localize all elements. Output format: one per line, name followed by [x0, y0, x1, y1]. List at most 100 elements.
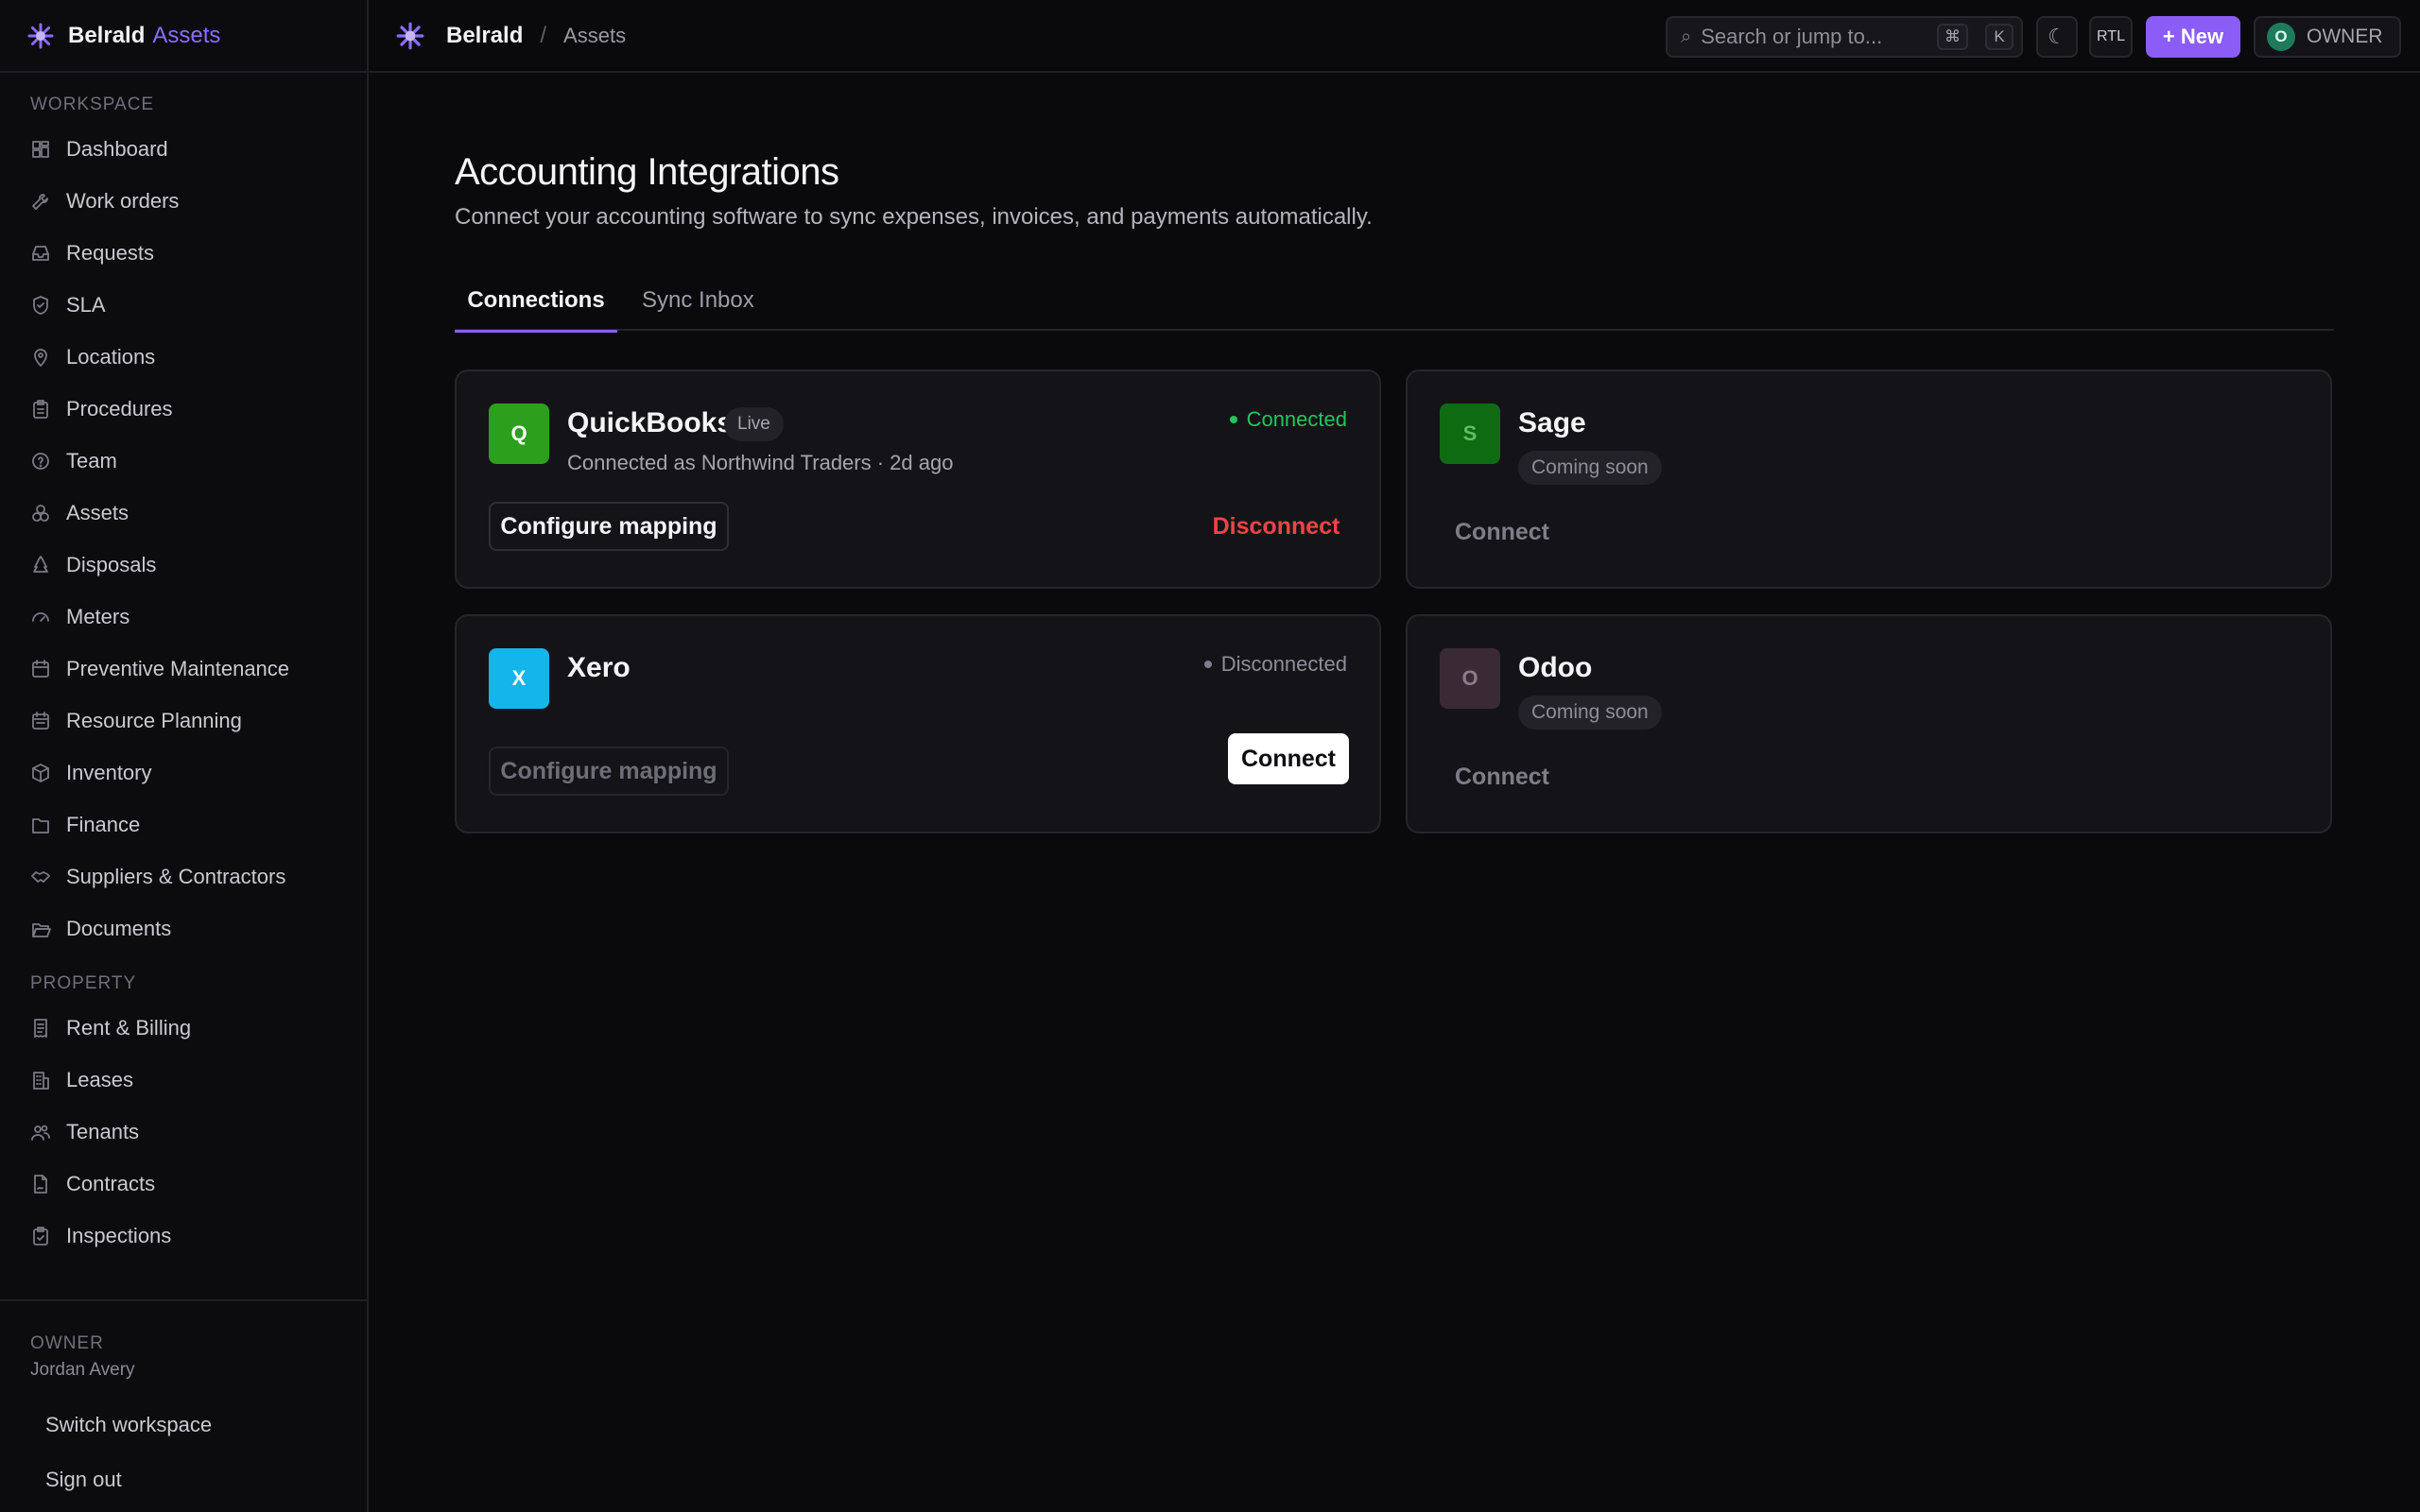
- map-pin-icon: [30, 347, 51, 368]
- new-button[interactable]: + New: [2146, 16, 2240, 58]
- sidebar-item-requests[interactable]: Requests: [0, 227, 367, 279]
- file-signature-icon: [30, 1174, 51, 1194]
- brand-title: Belrald Assets: [68, 23, 220, 49]
- sidebar-item-resource-planning[interactable]: Resource Planning: [0, 695, 367, 747]
- sidebar-item-contracts[interactable]: Contracts: [0, 1158, 367, 1210]
- sidebar-item-work-orders[interactable]: Work orders: [0, 175, 367, 227]
- coming-soon-badge: Coming soon: [1518, 451, 1662, 485]
- sidebar-item-label: Leases: [66, 1067, 133, 1091]
- folder-open-icon: [30, 919, 51, 939]
- clipboard-icon: [30, 399, 51, 420]
- brand-name: Belrald: [68, 22, 146, 48]
- tab-connections[interactable]: Connections: [455, 280, 617, 333]
- sidebar-item-label: Inspections: [66, 1223, 172, 1247]
- sidebar-item-procedures[interactable]: Procedures: [0, 383, 367, 435]
- sidebar-item-disposals[interactable]: Disposals: [0, 539, 367, 591]
- sidebar-item-label: Procedures: [66, 396, 173, 421]
- tab-bar: Connections Sync Inbox: [455, 280, 2334, 333]
- sidebar-item-label: Preventive Maintenance: [66, 656, 290, 680]
- sidebar-item-label: Team: [66, 448, 117, 472]
- page-subtitle: Connect your accounting software to sync…: [455, 204, 1373, 230]
- brand-logo-icon: [26, 22, 55, 50]
- sidebar-item-tenants[interactable]: Tenants: [0, 1106, 367, 1158]
- status-dot-icon: [1229, 416, 1237, 423]
- breadcrumb-logo-icon: [395, 21, 425, 51]
- theme-toggle-button[interactable]: ☾: [2036, 16, 2078, 58]
- connection-meta: Connected as Northwind Traders · 2d ago: [567, 451, 954, 474]
- sidebar-item-preventive-maintenance[interactable]: Preventive Maintenance: [0, 643, 367, 695]
- sidebar-item-label: Meters: [66, 604, 130, 628]
- tab-sync-inbox[interactable]: Sync Inbox: [642, 280, 754, 331]
- sidebar-item-inventory[interactable]: Inventory: [0, 747, 367, 799]
- sidebar-item-sla[interactable]: SLA: [0, 279, 367, 331]
- sidebar-item-label: Finance: [66, 812, 141, 836]
- sidebar-item-leases[interactable]: Leases: [0, 1054, 367, 1106]
- account-menu-button[interactable]: O OWNER: [2254, 16, 2401, 58]
- integration-name: Odoo: [1518, 652, 1593, 683]
- status-badge: Disconnected: [1203, 652, 1347, 677]
- breadcrumb-root[interactable]: Belrald: [446, 23, 523, 49]
- search-input[interactable]: ⌕ Search or jump to... ⌘ K: [1666, 16, 2023, 58]
- nav-section-title-workspace: WORKSPACE: [30, 94, 155, 114]
- current-user-name: Jordan Avery: [30, 1360, 135, 1380]
- sidebar-item-label: Suppliers & Contractors: [66, 864, 286, 888]
- configure-mapping-button[interactable]: Configure mapping: [489, 747, 729, 796]
- sidebar-nav: WORKSPACE Dashboard Work orders Requests SL…: [0, 94, 367, 1262]
- sidebar-item-rent-billing[interactable]: Rent & Billing: [0, 1002, 367, 1054]
- folder-icon: [30, 815, 51, 835]
- sidebar-footer: OWNER Jordan Avery Switch workspace Sign…: [0, 1299, 367, 1512]
- sidebar-item-inspections[interactable]: Inspections: [0, 1210, 367, 1262]
- connect-button[interactable]: Connect: [1440, 509, 1564, 555]
- sidebar-item-label: SLA: [66, 292, 106, 317]
- brand-product: Assets: [152, 22, 221, 48]
- app-root: Belrald Assets WORKSPACE Dashboard Work or…: [0, 0, 2420, 1512]
- sidebar-item-label: Tenants: [66, 1119, 140, 1143]
- account-role-label: OWNER: [2307, 26, 2383, 47]
- connect-button[interactable]: Connect: [1440, 754, 1564, 799]
- shield-icon: [30, 295, 51, 316]
- sidebar-item-label: Disposals: [66, 552, 157, 576]
- connect-button[interactable]: Connect: [1228, 733, 1349, 784]
- integration-name: Sage: [1518, 407, 1586, 438]
- current-role: OWNER: [30, 1333, 104, 1353]
- shortcut-cmd-key: ⌘: [1937, 24, 1968, 50]
- rtl-toggle-button[interactable]: RTL: [2089, 16, 2133, 58]
- sidebar-item-suppliers-contractors[interactable]: Suppliers & Contractors: [0, 850, 367, 902]
- building-icon: [30, 1070, 51, 1091]
- sidebar-item-label: Contracts: [66, 1171, 156, 1195]
- sidebar-item-label: Locations: [66, 344, 156, 369]
- status-label: Disconnected: [1220, 652, 1347, 676]
- switch-workspace-button[interactable]: Switch workspace: [30, 1413, 213, 1451]
- search-icon: ⌕: [1681, 26, 1692, 47]
- breadcrumb-current[interactable]: Assets: [563, 24, 626, 48]
- receipt-icon: [30, 1018, 51, 1039]
- brand-header[interactable]: Belrald Assets: [0, 0, 367, 73]
- configure-mapping-button[interactable]: Configure mapping: [489, 502, 729, 551]
- sidebar-item-assets[interactable]: Assets: [0, 487, 367, 539]
- coming-soon-badge: Coming soon: [1518, 696, 1662, 730]
- odoo-logo: O: [1440, 648, 1500, 709]
- boxes-icon: [30, 503, 51, 524]
- sidebar-item-team[interactable]: Team: [0, 435, 367, 487]
- sidebar-item-dashboard[interactable]: Dashboard: [0, 123, 367, 175]
- sign-out-button[interactable]: Sign out: [30, 1468, 122, 1505]
- xero-logo: X: [489, 648, 549, 709]
- integration-card-quickbooks: Q QuickBooks Live Connected as Northwind…: [455, 369, 1381, 589]
- sidebar-item-label: Inventory: [66, 760, 152, 784]
- gauge-icon: [30, 607, 51, 627]
- recycle-icon: [30, 555, 51, 576]
- switch-workspace-label: Switch workspace: [45, 1413, 213, 1436]
- sidebar-item-meters[interactable]: Meters: [0, 591, 367, 643]
- handshake-icon: [30, 867, 51, 887]
- breadcrumb-separator: /: [540, 22, 547, 48]
- clipboard-check-icon: [30, 1226, 51, 1246]
- moon-icon: ☾: [2048, 25, 2066, 48]
- quickbooks-logo: Q: [489, 404, 549, 464]
- sidebar-item-locations[interactable]: Locations: [0, 331, 367, 383]
- avatar: O: [2267, 23, 2295, 51]
- integration-card-sage: S Sage Coming soon Connect: [1406, 369, 2332, 589]
- disconnect-button[interactable]: Disconnect: [1205, 502, 1347, 551]
- sidebar-item-documents[interactable]: Documents: [0, 902, 367, 954]
- sidebar-item-finance[interactable]: Finance: [0, 799, 367, 850]
- nav-list-workspace: Dashboard Work orders Requests SLA Locations…: [0, 123, 367, 954]
